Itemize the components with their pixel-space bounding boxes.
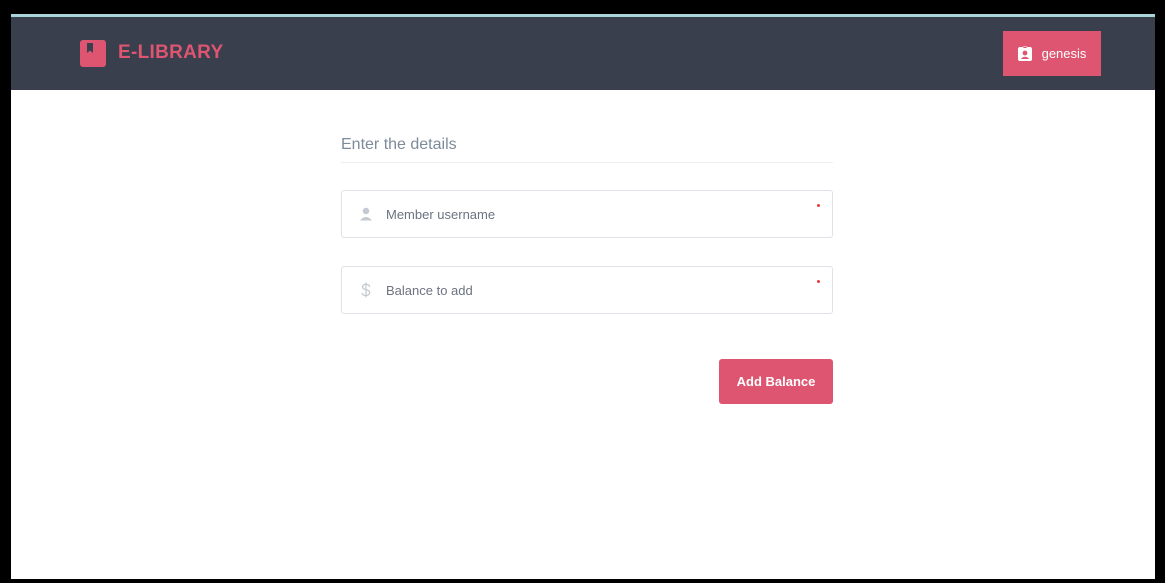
user-icon: [358, 206, 374, 222]
form-heading: Enter the details: [341, 132, 833, 163]
add-balance-form: Enter the details Add Balance: [341, 132, 833, 404]
required-indicator: [817, 280, 820, 283]
balance-to-add-input[interactable]: [386, 270, 832, 310]
member-username-input[interactable]: [386, 194, 832, 234]
dollar-icon: [358, 282, 374, 298]
user-menu-button[interactable]: genesis: [1003, 31, 1101, 76]
id-badge-icon: [1017, 46, 1032, 61]
app-window: E-LIBRARY genesis Enter the details Memb…: [11, 14, 1155, 579]
add-balance-button[interactable]: Add Balance: [719, 359, 833, 404]
brand-logo[interactable]: E-LIBRARY: [80, 39, 223, 67]
username-field: [341, 190, 833, 238]
user-name: genesis: [1041, 46, 1087, 61]
required-indicator: [817, 204, 820, 207]
brand-name: E-LIBRARY: [118, 42, 224, 63]
book-bookmark-icon: [80, 39, 106, 67]
balance-field: [341, 266, 833, 314]
navbar: E-LIBRARY genesis: [11, 14, 1155, 90]
